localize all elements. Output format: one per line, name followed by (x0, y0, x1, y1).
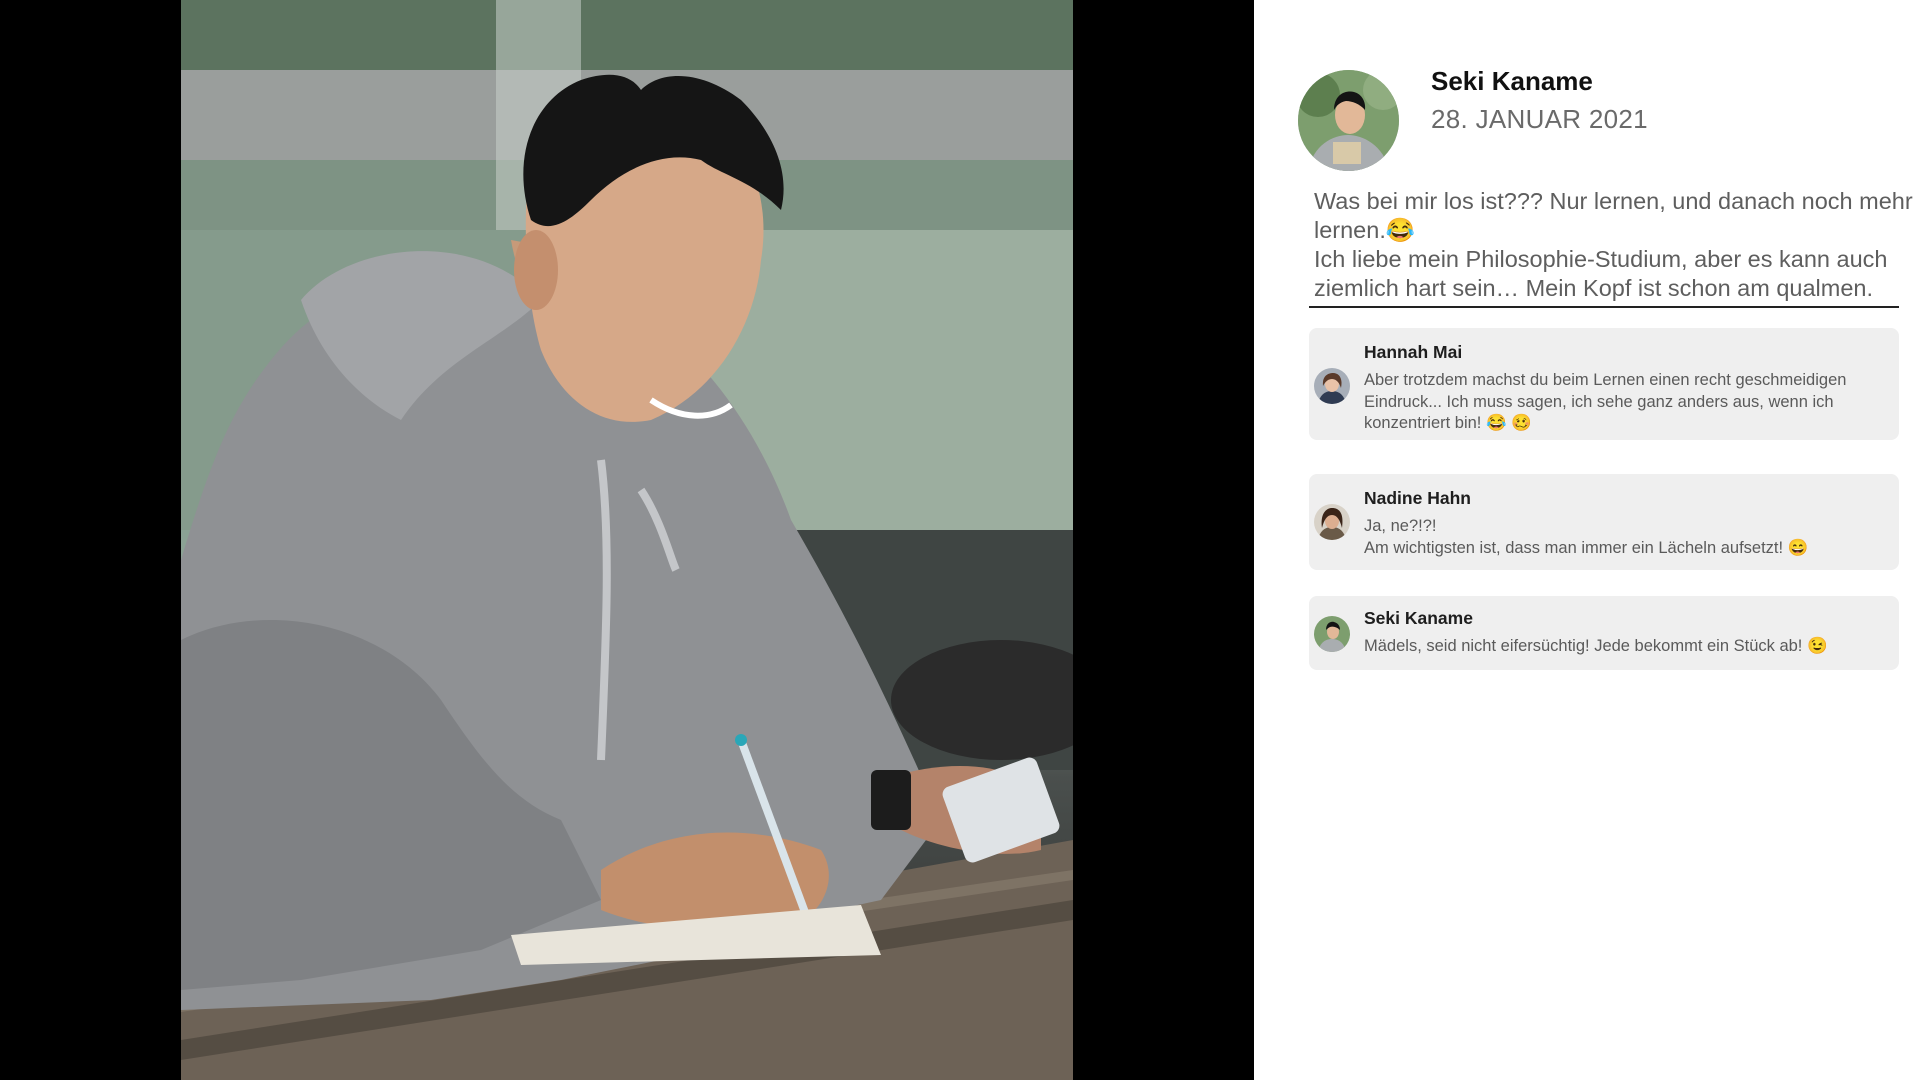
commenter-avatar[interactable] (1314, 368, 1350, 404)
avatar-image (1314, 616, 1350, 652)
comment: Hannah Mai Aber trotzdem machst du beim … (1309, 328, 1899, 440)
comment-text: Mädels, seid nicht eifersüchtig! Jede be… (1364, 636, 1889, 658)
author-name[interactable]: Seki Kaname (1431, 66, 1593, 97)
comment-text-line: Aber trotzdem machst du beim Lernen eine… (1364, 371, 1847, 432)
avatar-image (1314, 368, 1350, 404)
comment-text-line: Am wichtigsten ist, dass man immer ein L… (1364, 538, 1809, 557)
post-caption: Was bei mir los ist??? Nur lernen, und d… (1314, 187, 1914, 303)
comment: Seki Kaname Mädels, seid nicht eifersüch… (1309, 596, 1899, 670)
student-writing-illustration (181, 0, 1073, 1080)
avatar-image (1298, 70, 1399, 171)
comment-text-line: Ja, ne?!?! (1364, 517, 1437, 535)
comment-text: Ja, ne?!?! Am wichtigsten ist, dass man … (1364, 516, 1889, 559)
commenter-avatar[interactable] (1314, 616, 1350, 652)
comment-author[interactable]: Seki Kaname (1364, 608, 1473, 629)
post-caption-line: Ich liebe mein Philosophie-Studium, aber… (1314, 246, 1888, 301)
photo-panel (0, 0, 1254, 1080)
comment: Nadine Hahn Ja, ne?!?! Am wichtigsten is… (1309, 474, 1899, 570)
avatar-image (1314, 504, 1350, 540)
post-caption-line: Was bei mir los ist??? Nur lernen, und d… (1314, 188, 1913, 243)
post-panel: Seki Kaname 28. JANUAR 2021 Was bei mir … (1254, 0, 1920, 1080)
post-divider (1309, 306, 1899, 308)
post-photo[interactable] (181, 0, 1073, 1080)
comment-author[interactable]: Hannah Mai (1364, 342, 1462, 363)
comment-author[interactable]: Nadine Hahn (1364, 488, 1471, 509)
post-date: 28. JANUAR 2021 (1431, 104, 1648, 134)
comment-text-line: Mädels, seid nicht eifersüchtig! Jede be… (1364, 637, 1828, 655)
author-avatar[interactable] (1298, 70, 1399, 171)
commenter-avatar[interactable] (1314, 504, 1350, 540)
comment-text: Aber trotzdem machst du beim Lernen eine… (1364, 370, 1889, 435)
